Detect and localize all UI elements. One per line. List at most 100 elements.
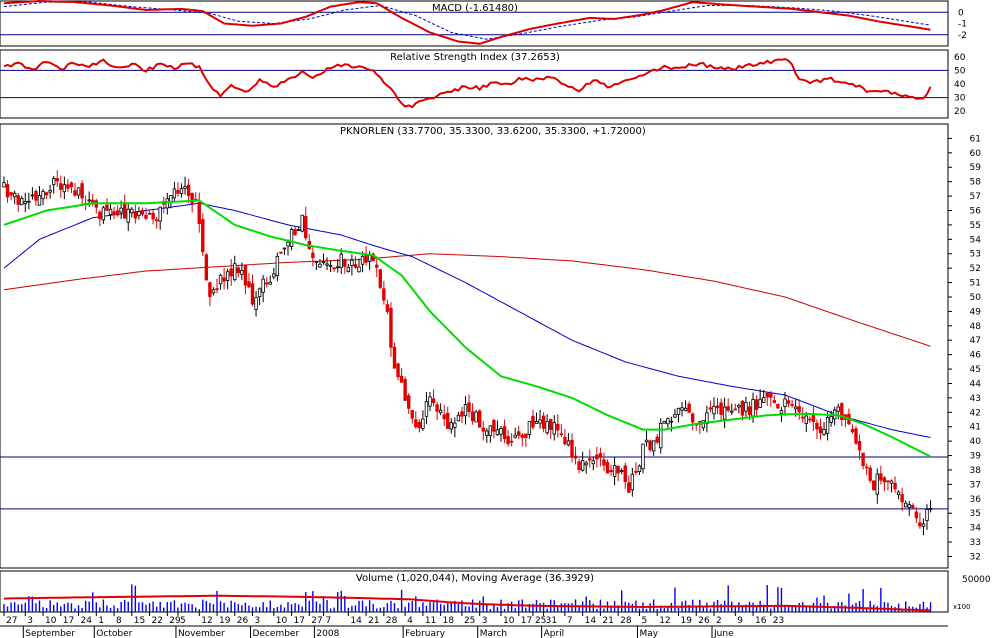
x-day-label: 15 [134, 616, 145, 626]
candle-body [499, 428, 503, 435]
x-month-label: November [178, 629, 225, 638]
candle-body [449, 422, 453, 430]
candle-body [616, 465, 620, 474]
candle-body [893, 482, 897, 490]
candle-body [580, 460, 585, 471]
candle-body [225, 271, 230, 281]
candle-body [66, 184, 70, 189]
candle-body [769, 393, 773, 398]
x-month-label: December [253, 629, 300, 638]
candle-body [229, 268, 233, 277]
candle-body [37, 195, 42, 206]
x-month-label: April [544, 629, 565, 638]
candle-body [27, 200, 31, 203]
candle-body [396, 363, 400, 378]
candle-body [758, 398, 762, 408]
candle-body [343, 259, 347, 267]
candle-body [108, 208, 113, 215]
x-day-label: 7 [326, 616, 332, 626]
candle-body [233, 263, 237, 281]
candle-body [279, 251, 283, 254]
candle-body [59, 183, 63, 190]
x-month-label: May [639, 629, 658, 638]
candle-body [772, 400, 777, 403]
x-month-label: 2008 [316, 629, 339, 638]
price-axis: 32 33 34 35 36 37 38 39 40 41 42 43 44 45 46 47 48 49 50 51… [948, 134, 981, 562]
candle-body [289, 228, 294, 247]
x-day-label: 18 [443, 616, 455, 626]
candle-body [272, 273, 276, 278]
price-tick-label: 42 [970, 408, 981, 418]
candle-body [222, 277, 226, 282]
candle-body [726, 406, 730, 411]
candle-body [573, 455, 578, 459]
candle-body [311, 252, 315, 259]
candle-body [257, 288, 262, 298]
candle-body [76, 187, 81, 196]
candle-body [502, 426, 507, 440]
price-tick-label: 33 [970, 538, 981, 548]
x-day-label: 10 [45, 616, 57, 626]
candle-body [240, 270, 244, 275]
candle-body [147, 212, 152, 215]
x-month-label: February [405, 629, 446, 638]
candle-body [186, 184, 191, 196]
volume-unit-label: x100 [953, 603, 971, 611]
candle-body [115, 210, 120, 216]
candle-body [5, 184, 10, 198]
candle-body [673, 414, 677, 418]
candle-body [815, 422, 819, 430]
candle-body [715, 405, 720, 409]
x-day-label: 19 [681, 616, 693, 626]
x-day-label: 11 [425, 616, 436, 626]
x-day-label: 9 [737, 616, 743, 626]
x-day-label: 5 [180, 616, 186, 626]
candle-body [900, 494, 904, 503]
candle-body [659, 422, 663, 449]
candle-body [69, 182, 74, 188]
candle-body [719, 402, 723, 415]
price-tick-label: 56 [970, 206, 982, 216]
candle-body [740, 400, 745, 416]
price-tick-label: 58 [970, 178, 982, 188]
candle-body [328, 264, 333, 267]
candle-body [126, 208, 130, 223]
candle-body [44, 192, 49, 196]
macd-axis: 0 -1-2 [958, 8, 967, 41]
candle-body [691, 413, 695, 423]
candle-body [325, 263, 329, 266]
candle-body [467, 402, 471, 412]
x-day-label: 21 [602, 616, 613, 626]
candle-body [48, 189, 52, 193]
candle-body [914, 511, 919, 519]
price-tick-label: 44 [970, 379, 982, 389]
candle-body [609, 469, 613, 473]
x-day-label: 22 [152, 616, 163, 626]
candle-body [165, 198, 169, 209]
candle-body [16, 195, 20, 205]
candle-body [105, 204, 109, 211]
candle-body [634, 470, 638, 473]
candle-body [23, 201, 27, 204]
candle-body [435, 404, 439, 412]
candle-body [875, 473, 879, 495]
candle-body [825, 417, 830, 434]
candle-body [872, 480, 876, 491]
candle-body [360, 255, 365, 265]
candle-body [850, 428, 855, 433]
candle-body [921, 523, 926, 527]
candle-body [403, 379, 407, 401]
candle-body [754, 399, 759, 410]
candle-body [201, 219, 205, 253]
candle-body [737, 405, 741, 408]
candle-body [375, 264, 379, 268]
candle-body [357, 266, 361, 273]
candle-body [779, 410, 784, 414]
candle-body [385, 304, 390, 312]
candle-body [549, 419, 553, 430]
candle-body [144, 214, 148, 219]
x-day-label: 31 [546, 616, 557, 626]
x-day-label: 17 [521, 616, 532, 626]
candle-body [73, 190, 77, 196]
x-day-label: 10 [503, 616, 515, 626]
